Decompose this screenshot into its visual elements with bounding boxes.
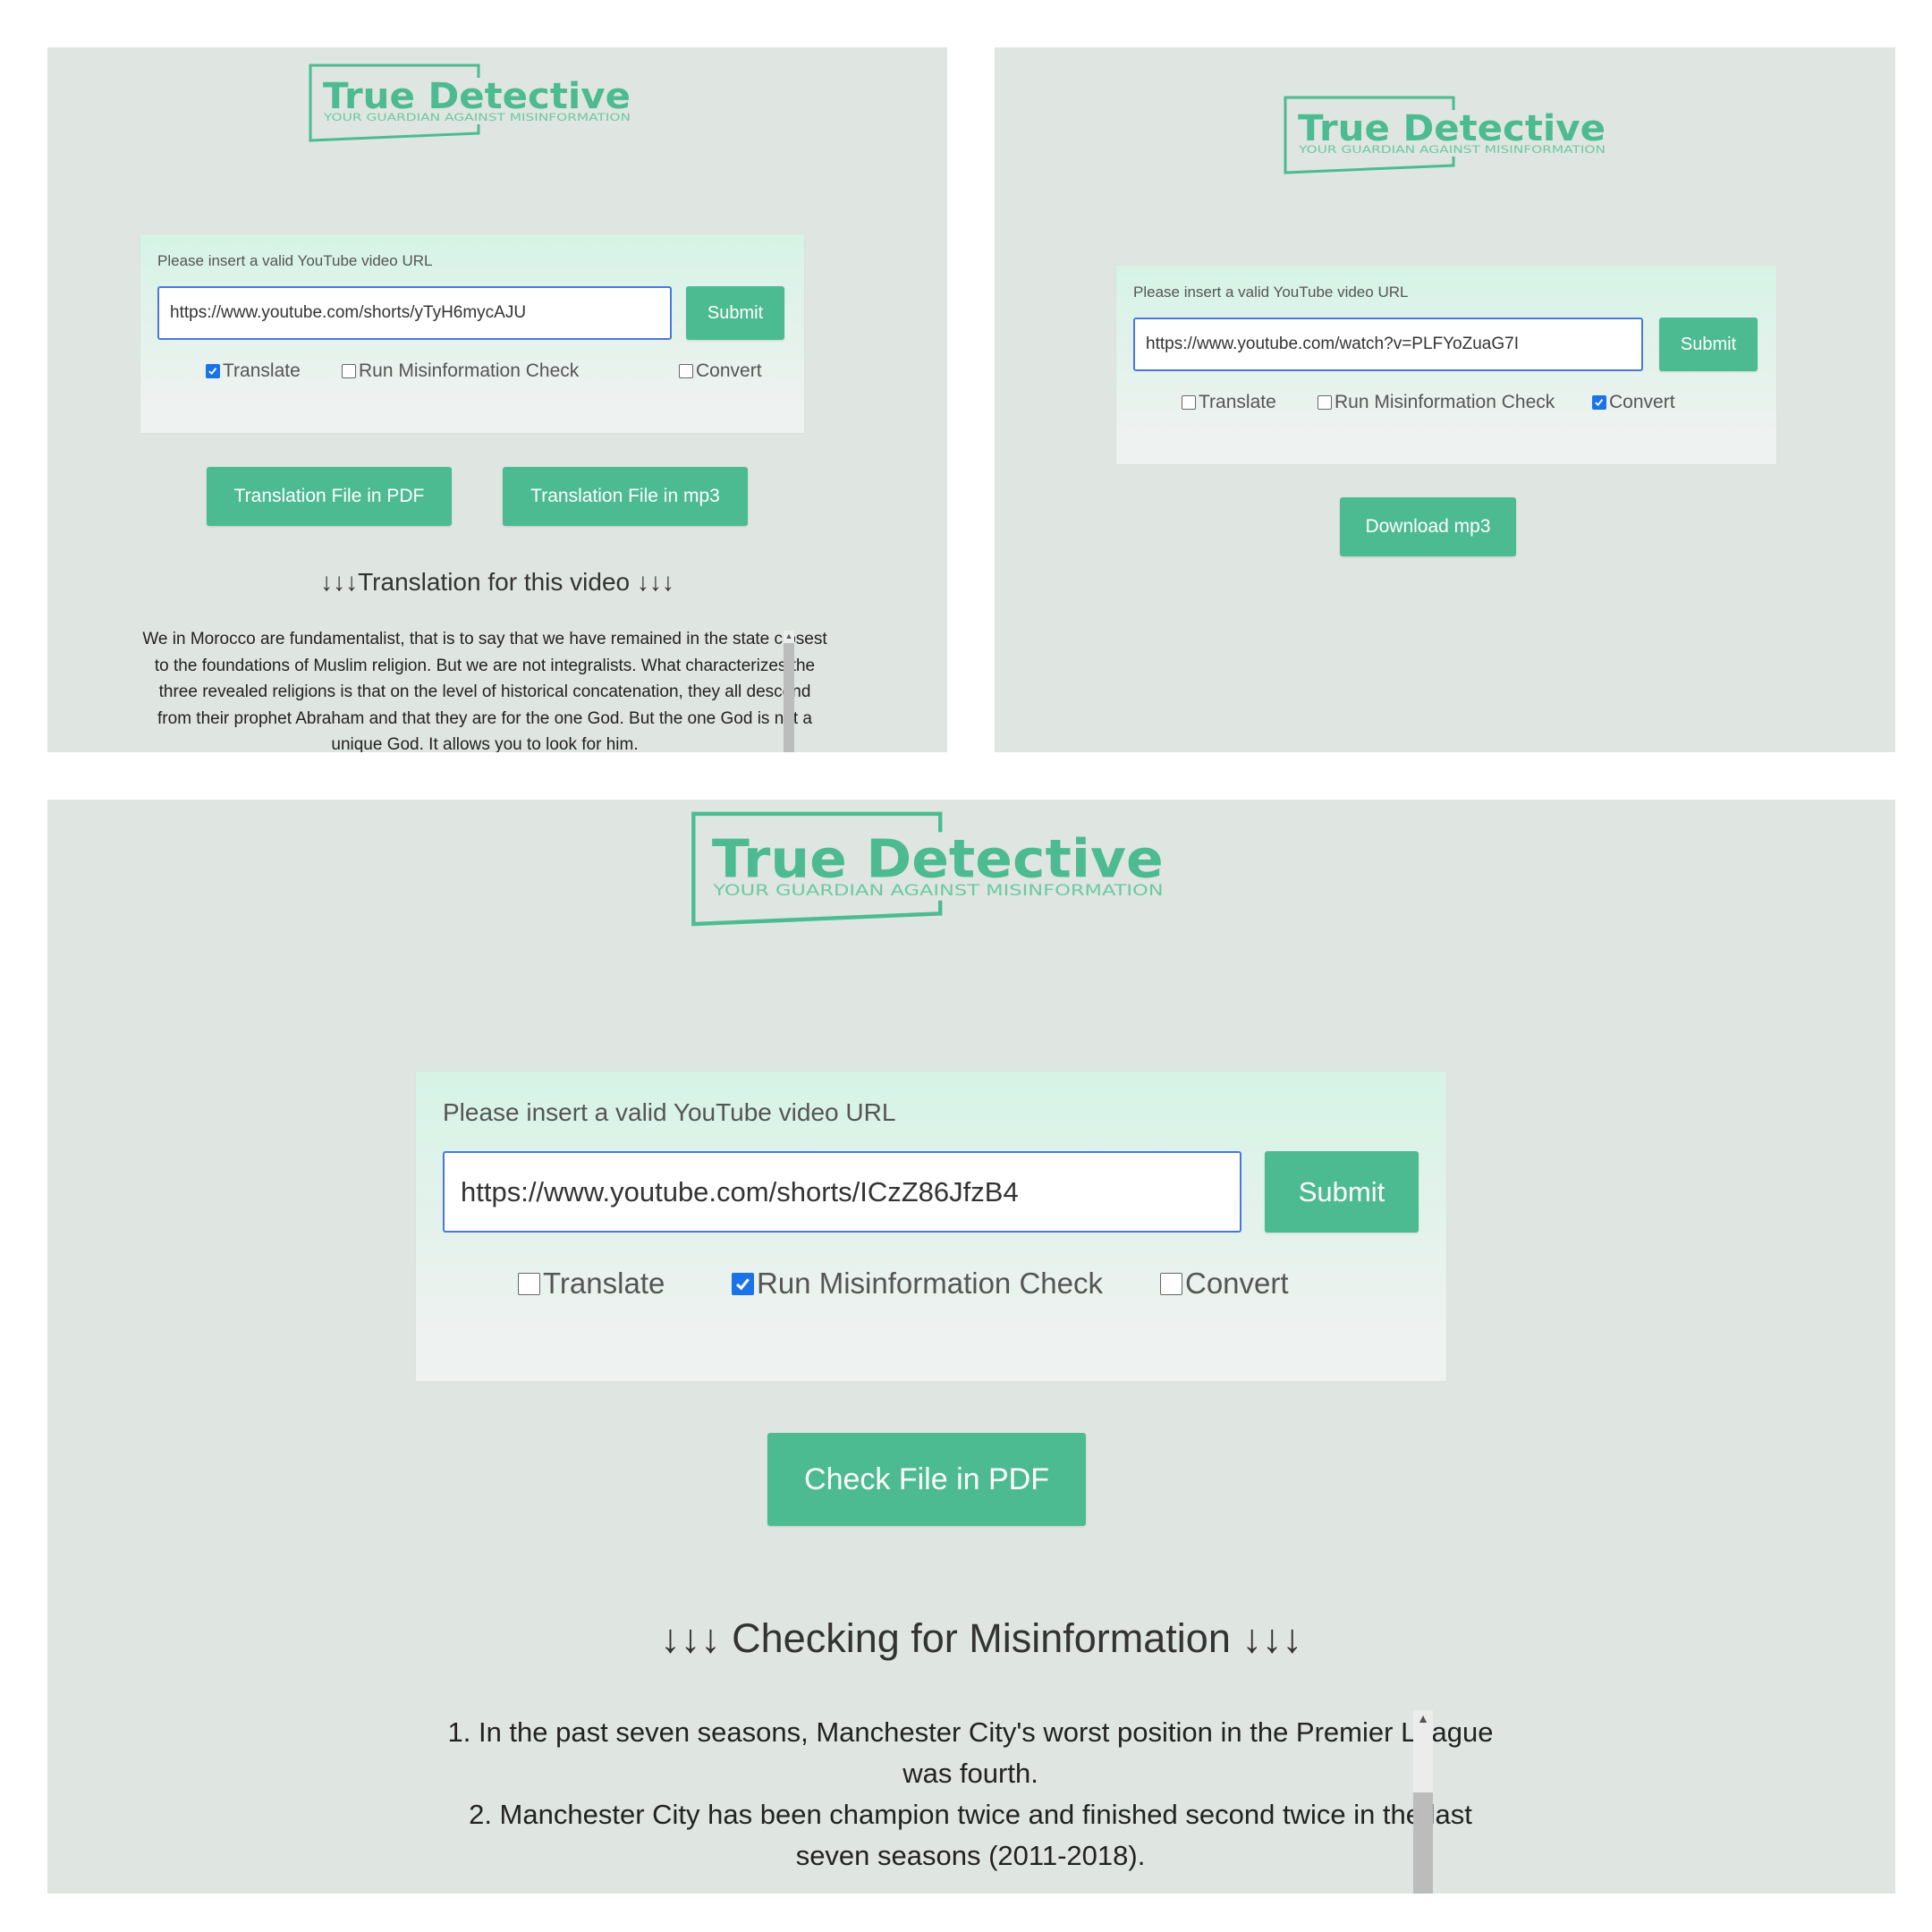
translation-scrollbar[interactable]: ▲ bbox=[784, 631, 794, 752]
translate-label: Translate bbox=[1199, 392, 1276, 412]
translation-heading: ↓↓↓Translation for this video ↓↓↓ bbox=[320, 568, 674, 596]
misinfo-heading: ↓↓↓ Checking for Misinformation ↓↓↓ bbox=[660, 1615, 1302, 1661]
convert-checkbox[interactable] bbox=[679, 364, 693, 378]
misinfo-results: 1. In the past seven seasons, Manchester… bbox=[434, 1712, 1507, 1894]
logo: True Detective YOUR GUARDIAN AGAINST MIS… bbox=[1284, 94, 1607, 176]
translate-option[interactable]: Translate bbox=[1182, 392, 1276, 413]
misinfo-label: Run Misinformation Check bbox=[1335, 392, 1555, 412]
misinfo-label: Run Misinformation Check bbox=[757, 1267, 1103, 1300]
translate-label: Translate bbox=[223, 360, 301, 381]
logo-tagline: YOUR GUARDIAN AGAINST MISINFORMATION bbox=[1298, 143, 1606, 156]
url-form-card: Please insert a valid YouTube video URL … bbox=[140, 234, 804, 433]
url-input[interactable]: https://www.youtube.com/watch?v=PLFYoZua… bbox=[1133, 318, 1643, 371]
submit-button[interactable]: Submit bbox=[1265, 1151, 1419, 1233]
url-form-card: Please insert a valid YouTube video URL … bbox=[1116, 266, 1776, 464]
convert-checkbox[interactable] bbox=[1592, 395, 1606, 410]
translate-label: Translate bbox=[543, 1267, 665, 1300]
scrollbar-thumb[interactable] bbox=[1413, 1792, 1433, 1894]
misinfo-option[interactable]: Run Misinformation Check bbox=[732, 1267, 1103, 1301]
download-mp3-button[interactable]: Download mp3 bbox=[1340, 497, 1516, 556]
submit-button[interactable]: Submit bbox=[686, 286, 784, 340]
logo-tagline: YOUR GUARDIAN AGAINST MISINFORMATION bbox=[323, 111, 631, 123]
check-icon bbox=[736, 1278, 750, 1291]
url-input[interactable]: https://www.youtube.com/shorts/ICzZ86Jfz… bbox=[443, 1151, 1241, 1233]
url-hint: Please insert a valid YouTube video URL bbox=[1133, 284, 1409, 301]
panel-convert: True Detective YOUR GUARDIAN AGAINST MIS… bbox=[995, 47, 1895, 752]
translation-mp3-button[interactable]: Translation File in mp3 bbox=[503, 467, 748, 526]
misinfo-label: Run Misinformation Check bbox=[359, 360, 580, 381]
convert-option[interactable]: Convert bbox=[1592, 392, 1675, 413]
panel-misinfo-check: True Detective YOUR GUARDIAN AGAINST MIS… bbox=[47, 800, 1895, 1894]
misinfo-scrollbar[interactable]: ▲ bbox=[1413, 1710, 1433, 1894]
url-hint: Please insert a valid YouTube video URL bbox=[443, 1098, 896, 1126]
misinfo-option[interactable]: Run Misinformation Check bbox=[342, 360, 579, 382]
translation-pdf-button[interactable]: Translation File in PDF bbox=[207, 467, 452, 526]
misinfo-checkbox[interactable] bbox=[1318, 395, 1332, 410]
translation-text: We in Morocco are fundamentalist, that i… bbox=[142, 630, 827, 752]
misinfo-option[interactable]: Run Misinformation Check bbox=[1318, 392, 1555, 413]
convert-option[interactable]: Convert bbox=[1160, 1267, 1289, 1301]
check-icon bbox=[208, 368, 217, 376]
logo-graphic: True Detective YOUR GUARDIAN AGAINST MIS… bbox=[691, 811, 1164, 927]
url-hint: Please insert a valid YouTube video URL bbox=[157, 252, 433, 269]
misinfo-checkbox[interactable] bbox=[342, 364, 356, 378]
translate-checkbox[interactable] bbox=[518, 1272, 540, 1295]
translate-checkbox[interactable] bbox=[206, 364, 220, 378]
convert-checkbox[interactable] bbox=[1160, 1272, 1182, 1295]
misinfo-item: 1. In the past seven seasons, Manchester… bbox=[447, 1716, 1494, 1789]
convert-label: Convert bbox=[1185, 1267, 1289, 1300]
logo-graphic: True Detective YOUR GUARDIAN AGAINST MIS… bbox=[309, 64, 631, 142]
logo-tagline: YOUR GUARDIAN AGAINST MISINFORMATION bbox=[712, 881, 1164, 899]
check-pdf-button[interactable]: Check File in PDF bbox=[767, 1433, 1086, 1526]
submit-button[interactable]: Submit bbox=[1659, 318, 1758, 371]
convert-label: Convert bbox=[696, 360, 762, 381]
check-icon bbox=[1595, 399, 1604, 407]
translate-option[interactable]: Translate bbox=[518, 1267, 665, 1301]
misinfo-item: 2. Manchester City has been champion twi… bbox=[469, 1799, 1472, 1871]
scrollbar-thumb[interactable] bbox=[784, 643, 794, 752]
logo: True Detective YOUR GUARDIAN AGAINST MIS… bbox=[678, 809, 1179, 929]
translate-checkbox[interactable] bbox=[1182, 395, 1196, 410]
url-input[interactable]: https://www.youtube.com/shorts/yTyH6mycA… bbox=[157, 286, 672, 340]
url-form-card: Please insert a valid YouTube video URL … bbox=[416, 1072, 1446, 1381]
convert-option[interactable]: Convert bbox=[679, 360, 762, 382]
translate-option[interactable]: Translate bbox=[206, 360, 301, 382]
misinfo-checkbox[interactable] bbox=[732, 1272, 754, 1295]
convert-label: Convert bbox=[1609, 392, 1675, 412]
logo: True Detective YOUR GUARDIAN AGAINST MIS… bbox=[309, 62, 632, 144]
logo-graphic: True Detective YOUR GUARDIAN AGAINST MIS… bbox=[1284, 96, 1606, 174]
scroll-up-icon[interactable]: ▲ bbox=[784, 632, 794, 640]
scroll-up-icon[interactable]: ▲ bbox=[1413, 1712, 1433, 1724]
panel-translate: True Detective YOUR GUARDIAN AGAINST MIS… bbox=[47, 47, 947, 752]
